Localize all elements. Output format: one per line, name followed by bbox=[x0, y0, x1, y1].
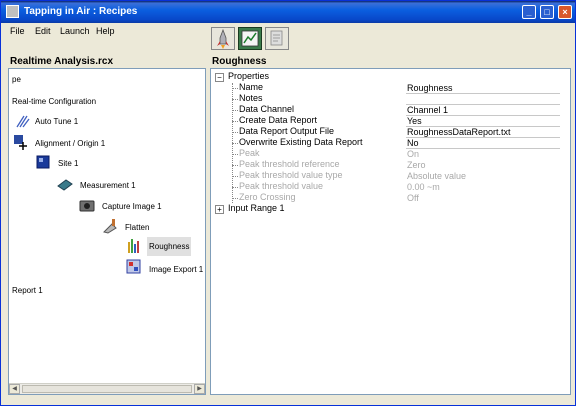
left-panel-title: Realtime Analysis.rcx bbox=[10, 56, 114, 67]
document-toolbar-button[interactable] bbox=[265, 27, 289, 50]
property-label: Peak bbox=[239, 148, 260, 158]
alignment-icon bbox=[14, 135, 27, 150]
tree-item-capture-image[interactable]: Capture Image 1 bbox=[102, 202, 162, 211]
property-label: Data Channel bbox=[239, 104, 295, 114]
property-label: Name bbox=[239, 82, 264, 92]
scroll-left-icon[interactable]: ◀ bbox=[9, 384, 20, 394]
app-window: Tapping in Air : Recipes _ □ × File Edit… bbox=[0, 0, 576, 406]
tree-item-image-export[interactable]: Image Export 1 bbox=[149, 265, 203, 274]
site-icon bbox=[36, 155, 50, 169]
auto-tune-icon bbox=[16, 115, 30, 128]
property-value[interactable]: No bbox=[406, 138, 560, 149]
property-value: Absolute value bbox=[407, 171, 467, 181]
image-export-icon bbox=[126, 259, 141, 274]
rocket-icon bbox=[217, 28, 229, 49]
scroll-right-icon[interactable]: ▶ bbox=[194, 384, 205, 394]
tree-item-report[interactable]: Report 1 bbox=[12, 286, 43, 295]
horizontal-scrollbar[interactable]: ◀ ▶ bbox=[9, 383, 205, 394]
input-range-expand-icon[interactable]: + bbox=[215, 205, 224, 214]
tree-connector bbox=[232, 99, 238, 100]
tree-item-auto-tune[interactable]: Auto Tune 1 bbox=[35, 117, 78, 126]
launch-toolbar-button[interactable] bbox=[211, 27, 235, 50]
tree-connector bbox=[232, 165, 238, 166]
camera-icon bbox=[79, 200, 95, 212]
graph-icon bbox=[241, 30, 259, 47]
property-label: Peak threshold value bbox=[239, 181, 324, 191]
scroll-thumb[interactable] bbox=[22, 385, 192, 393]
property-value[interactable] bbox=[406, 94, 560, 105]
menu-launch[interactable]: Launch bbox=[60, 26, 90, 36]
property-label: Notes bbox=[239, 93, 263, 103]
input-range-label[interactable]: Input Range 1 bbox=[228, 203, 285, 213]
property-value: 0.00 ~m bbox=[407, 182, 440, 192]
property-label: Peak threshold value type bbox=[239, 170, 343, 180]
minimize-button[interactable]: _ bbox=[522, 5, 536, 19]
recipe-tree[interactable]: pe Real-time Configuration Auto Tune 1 A… bbox=[8, 68, 206, 395]
measurement-icon bbox=[57, 179, 73, 191]
menu-help[interactable]: Help bbox=[96, 26, 115, 36]
menu-file[interactable]: File bbox=[10, 26, 25, 36]
maximize-button[interactable]: □ bbox=[540, 5, 554, 19]
tree-connector bbox=[232, 132, 238, 133]
tree-connector bbox=[232, 88, 238, 89]
analysis-toolbar-button[interactable] bbox=[238, 27, 262, 50]
properties-pane: − Properties Name Roughness Notes Data Chan… bbox=[210, 68, 571, 395]
right-panel-title: Roughness bbox=[212, 56, 267, 67]
tree-item-flatten[interactable]: Flatten bbox=[125, 223, 149, 232]
property-value[interactable]: Yes bbox=[406, 116, 560, 127]
flatten-icon bbox=[103, 219, 117, 234]
menu-edit[interactable]: Edit bbox=[35, 26, 51, 36]
tree-item-pe[interactable]: pe bbox=[12, 75, 21, 84]
tree-connector bbox=[232, 110, 238, 111]
property-value: Off bbox=[407, 193, 419, 203]
tree-item-measurement[interactable]: Measurement 1 bbox=[80, 181, 136, 190]
property-value[interactable]: Channel 1 bbox=[406, 105, 560, 116]
document-icon bbox=[270, 30, 283, 46]
properties-label: Properties bbox=[228, 71, 270, 81]
property-label: Peak threshold reference bbox=[239, 159, 340, 169]
tree-item-roughness[interactable]: Roughness bbox=[147, 237, 192, 256]
property-label: Overwrite Existing Data Report bbox=[239, 137, 363, 147]
property-value[interactable]: RoughnessDataReport.txt bbox=[406, 127, 560, 138]
property-label: Data Report Output File bbox=[239, 126, 335, 136]
property-label: Create Data Report bbox=[239, 115, 318, 125]
property-label: Zero Crossing bbox=[239, 192, 296, 202]
properties-collapse-icon[interactable]: − bbox=[215, 73, 224, 82]
property-value: Zero bbox=[407, 160, 426, 170]
tree-item-realtime-config[interactable]: Real-time Configuration bbox=[12, 97, 96, 106]
property-value: On bbox=[407, 149, 420, 159]
roughness-icon bbox=[128, 239, 139, 253]
tree-connector bbox=[232, 154, 238, 155]
property-value[interactable]: Roughness bbox=[406, 83, 560, 94]
close-button[interactable]: × bbox=[558, 5, 572, 19]
tree-connector bbox=[232, 121, 238, 122]
window-title: Tapping in Air : Recipes bbox=[24, 6, 138, 17]
tree-item-alignment[interactable]: Alignment / Origin 1 bbox=[35, 139, 105, 148]
tree-connector bbox=[232, 187, 238, 188]
tree-item-site[interactable]: Site 1 bbox=[58, 159, 78, 168]
tree-connector bbox=[232, 176, 238, 177]
tree-connector bbox=[232, 143, 238, 144]
title-bar[interactable]: Tapping in Air : Recipes _ □ × bbox=[1, 1, 575, 23]
app-icon bbox=[6, 5, 19, 18]
tree-connector bbox=[232, 198, 238, 199]
